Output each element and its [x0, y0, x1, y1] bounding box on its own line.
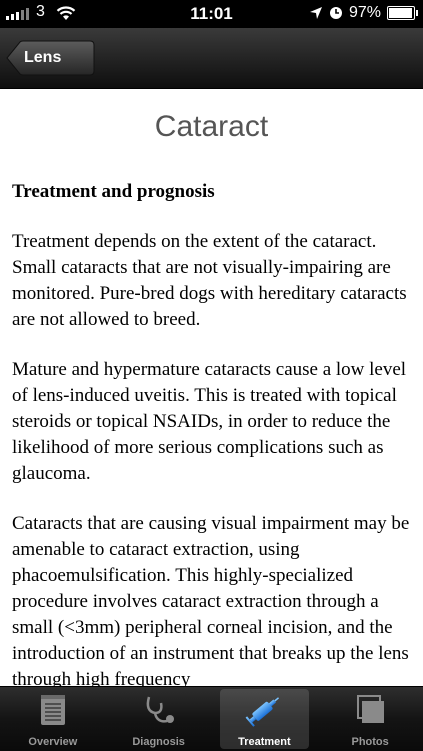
syringe-icon — [245, 697, 280, 727]
tab-label: Photos — [351, 736, 389, 748]
photos-icon — [357, 695, 385, 723]
tab-treatment[interactable]: Treatment — [212, 687, 318, 751]
paragraph: Cataracts that are causing visual impair… — [12, 513, 410, 686]
back-button-wrap: Lens — [6, 40, 95, 76]
stethoscope-icon — [146, 696, 174, 723]
page-title: Cataract — [154, 110, 269, 143]
content-scroll-area[interactable]: Cataract Treatment and prognosis Treatme… — [0, 89, 423, 686]
back-button[interactable]: Lens — [12, 40, 94, 76]
paragraph: Treatment depends on the extent of the c… — [12, 231, 407, 330]
navigation-bar: Lens — [0, 28, 423, 89]
tab-label: Overview — [28, 736, 78, 748]
alarm-icon — [329, 7, 342, 19]
tab-label: Treatment — [238, 736, 291, 748]
tab-bar: Overview Diagnosis Treatment Photos — [0, 686, 423, 751]
battery-percent: 97% — [348, 4, 381, 21]
tab-label: Diagnosis — [132, 736, 185, 748]
notepad-icon — [40, 695, 65, 725]
article: Treatment and prognosis Treatment depend… — [0, 179, 423, 686]
section-heading: Treatment and prognosis — [12, 181, 215, 202]
tab-overview[interactable]: Overview — [0, 687, 106, 751]
tab-diagnosis[interactable]: Diagnosis — [106, 687, 212, 751]
tab-photos[interactable]: Photos — [317, 687, 423, 751]
battery-icon — [387, 6, 418, 20]
status-bar: 3 11:01 97% — [0, 0, 423, 28]
status-right: 97% — [309, 4, 418, 22]
location-icon — [309, 7, 322, 19]
paragraph: Mature and hypermature cataracts cause a… — [12, 359, 407, 484]
